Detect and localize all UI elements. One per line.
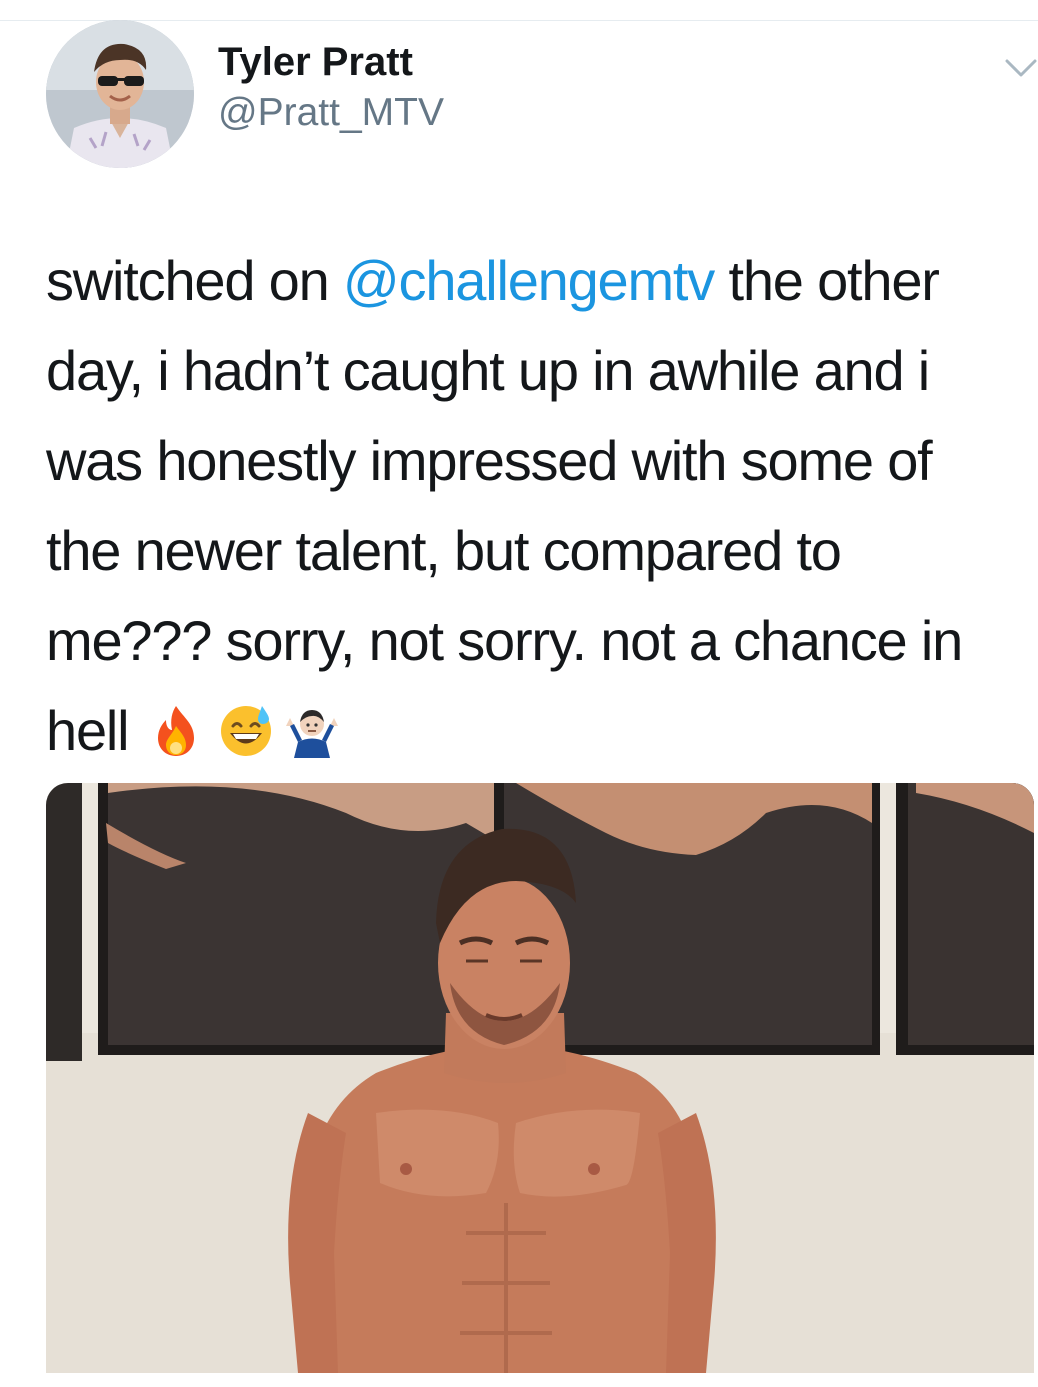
tweet-text-segment: switched on [46,249,343,312]
profile-photo [46,20,194,168]
tweet-line-last: hell [46,686,1030,776]
user-handle[interactable]: @Pratt_MTV [218,90,444,136]
tweet-line: the newer talent, but compared to [46,519,842,582]
tweet-line: me??? sorry, not sorry. not a chance in [46,609,963,672]
photo-image [46,783,1034,1373]
tweet-text: switched on @challengemtv the other day,… [46,236,1030,776]
chevron-down-icon[interactable] [1004,56,1038,80]
tweet-text-segment: the other [714,249,939,312]
tweet-line: switched on @challengemtv the other [46,236,1030,326]
grinning-sweat-emoji [218,702,274,758]
avatar[interactable] [46,20,194,168]
tweet: Tyler Pratt @Pratt_MTV switched on @chal… [0,0,1038,1387]
man-shrugging-emoji [284,702,340,758]
tweet-line: was honestly impressed with some of [46,429,933,492]
fire-emoji [148,702,204,758]
display-name[interactable]: Tyler Pratt [218,38,413,86]
tweet-line: day, i hadn’t caught up in awhile and i [46,339,930,402]
tweet-photo[interactable] [46,783,1034,1373]
mention-link[interactable]: @challengemtv [343,249,715,312]
tweet-text-segment: hell [46,699,130,762]
